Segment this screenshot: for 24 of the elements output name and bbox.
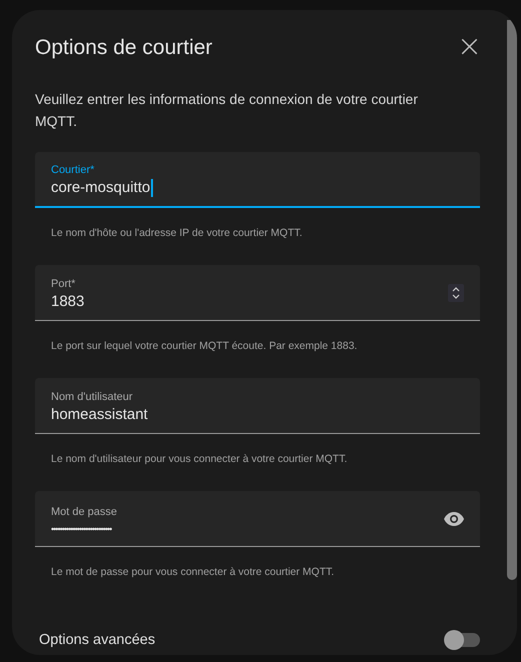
field-label: Courtier* — [51, 164, 96, 176]
field-value: homeassistant — [51, 406, 149, 422]
field-value: core-mosquitto — [51, 178, 464, 196]
stepper-icon[interactable] — [448, 284, 464, 302]
helper-text: Le nom d'hôte ou l'adresse IP de votre courtier MQTT. — [50, 226, 304, 241]
helper-text: Le nom d'utilisateur pour vous connecter à votre courtier MQTT. — [50, 452, 348, 467]
toggle-label: Options avancées — [39, 632, 156, 648]
field-label: Mot de passe — [51, 506, 118, 518]
input-field[interactable]: Nom d'utilisateur homeassistant — [35, 378, 480, 434]
input-field[interactable]: Port* 1883 — [35, 265, 480, 321]
field-label: Nom d'utilisateur — [51, 390, 134, 402]
toggle-switch[interactable] — [446, 633, 480, 647]
helper-text: Le port sur lequel votre courtier MQTT écoute. Par exemple 1883. — [50, 339, 358, 354]
input-field[interactable]: Courtier* core-mosquitto — [35, 152, 480, 208]
input-field[interactable]: Mot de passe •••••••••••••••••••••••••••• — [35, 491, 480, 547]
eye-icon[interactable] — [444, 512, 464, 526]
close-button[interactable]: × — [452, 35, 486, 59]
text-cursor — [151, 178, 153, 196]
field-value: •••••••••••••••••••••••••••• — [51, 524, 113, 534]
description: Veuillez entrer les informations de connexion de votre courtier MQTT. — [35, 90, 419, 131]
field-value: 1883 — [51, 292, 86, 310]
field-label: Port* — [51, 278, 76, 290]
helper-text: Le mot de passe pour vous connecter à votre courtier MQTT. — [50, 565, 336, 580]
dialog-title: Options de courtier — [35, 35, 212, 60]
